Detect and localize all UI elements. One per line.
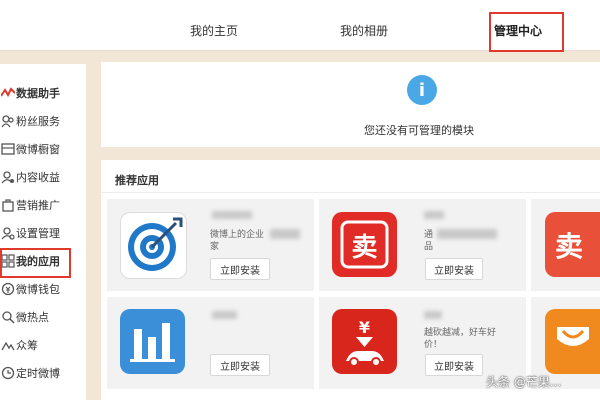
sidebar-item-label: 微热点 bbox=[16, 311, 49, 324]
sidebar-item-label: 设置管理 bbox=[16, 227, 60, 240]
svg-text:卖: 卖 bbox=[351, 233, 377, 263]
blurred-app-name bbox=[212, 311, 237, 319]
sidebar-item-label: 营销推广 bbox=[16, 199, 60, 212]
sidebar-item-content-revenue[interactable]: 内容收益 bbox=[0, 163, 86, 191]
install-button[interactable]: 立即安装 bbox=[425, 258, 483, 280]
sidebar-item-scheduled-weibo[interactable]: 定时微博 bbox=[0, 359, 86, 387]
target-icon bbox=[120, 212, 187, 279]
app-description: 家 bbox=[210, 242, 220, 252]
tab-my-home[interactable]: 我的主页 bbox=[190, 22, 238, 39]
svg-text:¥: ¥ bbox=[359, 318, 370, 337]
user-gear-icon bbox=[0, 225, 16, 241]
highlight-box-tab bbox=[489, 12, 564, 52]
chart-icon bbox=[0, 85, 16, 101]
sell-icon: 卖 bbox=[545, 212, 600, 277]
install-button[interactable]: 立即安装 bbox=[425, 354, 483, 376]
highlight-box-my-apps bbox=[0, 248, 71, 278]
sidebar-item-weibo-wallet[interactable]: 微博钱包 bbox=[0, 275, 86, 303]
sidebar-item-label: 数据助手 bbox=[16, 87, 60, 100]
blurred-app-name bbox=[424, 311, 442, 319]
sidebar-item-marketing[interactable]: 营销推广 bbox=[0, 191, 86, 219]
sidebar-item-label: 定时微博 bbox=[16, 367, 60, 380]
wallet-icon bbox=[0, 281, 16, 297]
sidebar: 数据助手 粉丝服务 微博橱窗 内容收益 营销推广 设置管理 我的应用 微博钱包 … bbox=[0, 64, 86, 400]
sidebar-item-fan-service[interactable]: 粉丝服务 bbox=[0, 107, 86, 135]
clock-icon bbox=[0, 365, 16, 381]
app-description: 通 bbox=[424, 230, 434, 240]
tab-my-album[interactable]: 我的相册 bbox=[340, 22, 388, 39]
divider bbox=[101, 192, 600, 193]
no-module-message: 您还没有可管理的模块 bbox=[364, 124, 474, 137]
user-coin-icon bbox=[0, 169, 16, 185]
app-description: 微博上的企业 bbox=[210, 230, 265, 240]
bag-icon bbox=[0, 197, 16, 213]
svg-text:卖: 卖 bbox=[555, 230, 583, 263]
install-button[interactable]: 立即安装 bbox=[210, 354, 270, 376]
blurred-app-name bbox=[212, 211, 252, 219]
sidebar-item-weibo-showcase[interactable]: 微博橱窗 bbox=[0, 135, 86, 163]
notice-panel bbox=[101, 62, 600, 147]
hotspot-icon bbox=[0, 309, 16, 325]
app-description: 价！ bbox=[424, 340, 443, 350]
section-title: 推荐应用 bbox=[115, 174, 159, 187]
sidebar-item-data-assistant[interactable]: 数据助手 bbox=[0, 79, 86, 107]
sidebar-item-label: 微博橱窗 bbox=[16, 143, 60, 156]
info-icon: i bbox=[407, 75, 437, 105]
users-icon bbox=[0, 113, 16, 129]
sidebar-item-label: 粉丝服务 bbox=[16, 115, 60, 128]
shop-window-icon bbox=[0, 141, 16, 157]
app-description: 品 bbox=[424, 242, 434, 252]
sidebar-item-hotspot[interactable]: 微热点 bbox=[0, 303, 86, 331]
sell-icon: 卖 bbox=[332, 212, 397, 277]
sidebar-item-label: 微博钱包 bbox=[16, 283, 60, 296]
app-description: 越砍越减，好车好 bbox=[424, 328, 497, 338]
crowdfund-icon bbox=[0, 337, 16, 353]
blurred-text bbox=[270, 229, 300, 239]
sidebar-item-crowdfunding[interactable]: 众筹 bbox=[0, 331, 86, 359]
bar-chart-icon bbox=[120, 309, 185, 374]
blurred-text bbox=[437, 229, 497, 239]
blurred-app-name bbox=[424, 211, 444, 219]
sidebar-item-label: 内容收益 bbox=[16, 171, 60, 184]
top-nav: 我的主页 我的相册 管理中心 bbox=[0, 0, 600, 52]
sidebar-item-label: 众筹 bbox=[16, 339, 38, 352]
sidebar-item-settings[interactable]: 设置管理 bbox=[0, 219, 86, 247]
car-price-icon: ¥ bbox=[332, 309, 397, 374]
install-button[interactable]: 立即安装 bbox=[210, 258, 270, 280]
watermark: 头条 @芒果... bbox=[486, 375, 562, 389]
shopping-icon bbox=[545, 309, 600, 374]
